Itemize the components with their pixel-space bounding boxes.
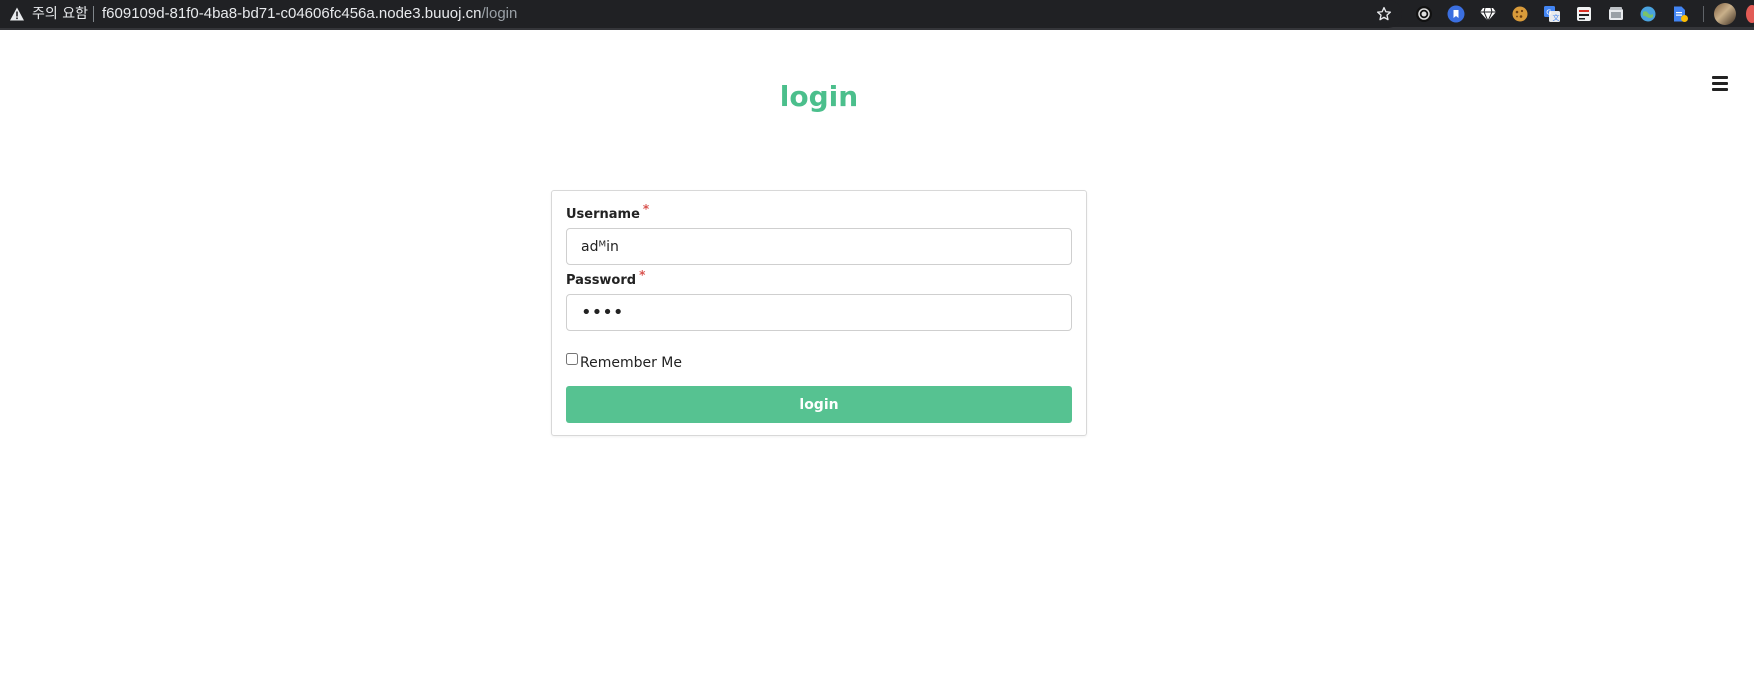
toolbar-divider (1703, 6, 1704, 22)
remember-me-label[interactable]: Remember Me (580, 355, 682, 371)
record-icon[interactable] (1415, 5, 1433, 23)
address-separator (93, 6, 94, 22)
remember-me-checkbox[interactable] (566, 353, 578, 365)
login-button[interactable]: login (566, 386, 1072, 423)
hamburger-menu-icon[interactable] (1712, 76, 1728, 91)
svg-text:文: 文 (1553, 13, 1560, 22)
login-form-card: Username* Password* Remember Me login (551, 190, 1087, 436)
profile-avatar[interactable] (1714, 3, 1736, 25)
page-title: login (779, 80, 859, 113)
globe-icon[interactable] (1639, 5, 1657, 23)
screenshot-icon[interactable] (1607, 5, 1625, 23)
tab-manager-icon[interactable] (1575, 5, 1593, 23)
username-label-text: Username (566, 207, 640, 222)
docs-extension-icon[interactable] (1671, 5, 1689, 23)
gem-icon[interactable] (1479, 5, 1497, 23)
translate-icon[interactable]: G 文 (1543, 5, 1561, 23)
password-label: Password * (566, 268, 645, 288)
username-required-marker: * (642, 202, 650, 216)
username-label: Username * (566, 202, 649, 222)
cookie-icon[interactable] (1511, 5, 1529, 23)
browser-menu-indicator[interactable] (1746, 5, 1754, 23)
menu-bar-2 (1712, 82, 1728, 85)
menu-bar-3 (1712, 88, 1728, 91)
url-path: /login (481, 5, 518, 22)
bookmark-star-icon[interactable] (1375, 5, 1393, 23)
address-bar[interactable]: 주의 요함 f609109d-81f0-4ba8-bd71-c04606fc45… (0, 0, 1402, 28)
warning-icon[interactable] (9, 6, 25, 22)
svg-text:G: G (1546, 9, 1551, 17)
username-input[interactable] (566, 228, 1072, 265)
password-label-text: Password (566, 273, 637, 288)
remember-me-row[interactable]: Remember Me (566, 353, 682, 371)
url-host: f609109d-81f0-4ba8-bd71-c04606fc456a.nod… (102, 5, 482, 22)
menu-bar-1 (1712, 76, 1728, 79)
password-required-marker: * (639, 268, 646, 282)
bookmark-extension-icon[interactable] (1447, 5, 1465, 23)
password-input[interactable] (566, 294, 1072, 331)
security-warning-text[interactable]: 주의 요함 (32, 6, 88, 22)
browser-toolbar: 주의 요함 f609109d-81f0-4ba8-bd71-c04606fc45… (0, 0, 1754, 30)
url-text[interactable]: f609109d-81f0-4ba8-bd71-c04606fc456a.nod… (102, 5, 517, 23)
